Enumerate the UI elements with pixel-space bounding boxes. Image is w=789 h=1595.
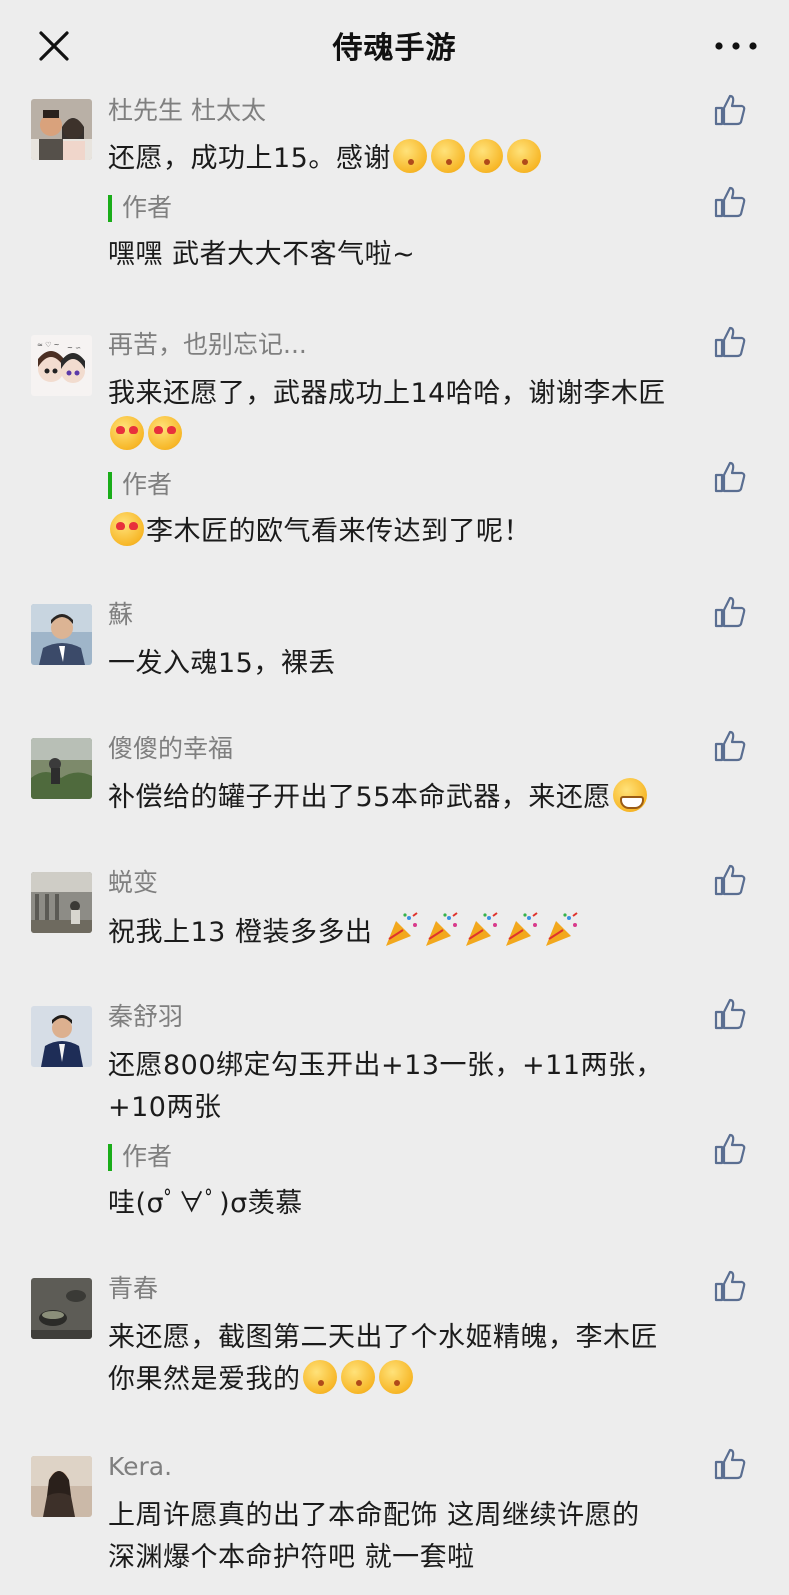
comment-text: 我来还愿了，武器成功上14哈哈，谢谢李木匠 (108, 373, 709, 457)
author-reply-text: 哇(σﾟ∀ﾟ)σ羡慕 (108, 1188, 303, 1219)
comment-item: ≈ ♡ ~ ~ ∽ 再苦，也别忘记... 我来还愿了，武器成功上14哈哈，谢谢李… (0, 325, 789, 595)
like-icon[interactable] (713, 1447, 747, 1481)
comment-text: 还愿，成功上15。感谢 (108, 138, 709, 180)
commenter-name: 蘇 (108, 600, 134, 629)
party-popper-icon (425, 912, 458, 946)
comment-item: 傻傻的幸福 补偿给的罐子开出了55本命武器，来还愿 (0, 729, 789, 863)
comment-text: 上周许愿真的出了本命配饰 这周继续许愿的 深渊爆个本命护符吧 就一套啦 (108, 1495, 709, 1579)
author-label-text: 作者 (122, 470, 173, 499)
author-reply-bar (108, 471, 112, 499)
author-reply-label: 作者 (108, 1137, 709, 1177)
comment-text: 一发入魂15，裸丢 (108, 648, 336, 679)
kiss-emoji-icon (392, 139, 427, 173)
party-popper-icon (545, 912, 578, 946)
avatar[interactable] (31, 604, 92, 665)
page-title: 侍魂手游 (332, 31, 457, 66)
svg-text:~ ∽: ~ ∽ (67, 344, 81, 352)
commenter-name: 再苦，也别忘记... (108, 330, 307, 359)
comment-text-content: 还愿，成功上15。感谢 (108, 143, 391, 174)
author-reply-label: 作者 (108, 188, 709, 228)
commenter-name: Kera. (108, 1452, 173, 1481)
like-icon[interactable] (713, 1269, 747, 1303)
like-icon[interactable] (713, 729, 747, 763)
heart-eyes-emoji-icon (110, 416, 144, 450)
avatar[interactable] (31, 1456, 92, 1517)
avatar[interactable]: ≈ ♡ ~ ~ ∽ (31, 335, 92, 396)
grinning-emoji-icon (612, 778, 647, 812)
top-navigation-bar: 侍魂手游 (0, 0, 789, 90)
more-options-icon[interactable] (713, 34, 759, 58)
author-reply-bar (108, 1143, 112, 1171)
like-icon[interactable] (713, 595, 747, 629)
like-icon[interactable] (713, 325, 747, 359)
kiss-emoji-icon (378, 1360, 413, 1394)
comment-text: 来还愿，截图第二天出了个水姬精魄，李木匠 你果然是爱我的 (108, 1317, 709, 1401)
comment-text-line: 来还愿，截图第二天出了个水姬精魄，李木匠 (108, 1322, 658, 1353)
like-icon[interactable] (713, 93, 747, 127)
author-label-text: 作者 (122, 1142, 173, 1171)
comment-item: 蜕变 祝我上13 橙装多多出 (0, 863, 789, 997)
commenter-name: 傻傻的幸福 (108, 734, 234, 763)
comment-text-content: 祝我上13 橙装多多出 (108, 917, 373, 948)
party-popper-icon (505, 912, 538, 946)
comment-text-content: 补偿给的罐子开出了55本命武器，来还愿 (108, 782, 611, 813)
heart-eyes-emoji-icon (148, 416, 182, 450)
like-icon[interactable] (713, 863, 747, 897)
commenter-name: 蜕变 (108, 868, 159, 897)
like-icon[interactable] (713, 460, 747, 494)
avatar[interactable] (31, 738, 92, 799)
svg-text:≈ ♡ ~: ≈ ♡ ~ (37, 341, 60, 349)
comment-text-line: 还愿800绑定勾玉开出+13一张，+11两张， (108, 1050, 663, 1081)
like-icon[interactable] (713, 1132, 747, 1166)
close-icon[interactable] (36, 28, 72, 64)
avatar[interactable] (31, 1278, 92, 1339)
like-icon[interactable] (713, 185, 747, 219)
avatar[interactable] (31, 99, 92, 160)
kiss-emoji-icon (506, 139, 541, 173)
commenter-name: 杜先生 杜太太 (108, 96, 266, 125)
author-reply-content: 李木匠的欧气看来传达到了呢！ (146, 516, 531, 547)
comment-list: 杜先生 杜太太 还愿，成功上15。感谢 作者 嘿嘿 武者大大不客气啦~ ≈ ♡ (0, 90, 789, 1587)
avatar[interactable] (31, 1006, 92, 1067)
author-reply-bar (108, 194, 112, 222)
author-reply-text: 李木匠的欧气看来传达到了呢！ (108, 511, 709, 553)
comment-text-line: 你果然是爱我的 (108, 1364, 301, 1395)
comment-text-line: 深渊爆个本命护符吧 就一套啦 (108, 1542, 475, 1573)
party-popper-icon (465, 912, 498, 946)
commenter-name: 秦舒羽 (108, 1002, 184, 1031)
kiss-emoji-icon (468, 139, 503, 173)
comment-text-line: 上周许愿真的出了本命配饰 这周继续许愿的 (108, 1500, 640, 1531)
author-reply-text: 嘿嘿 武者大大不客气啦~ (108, 239, 416, 270)
author-reply-label: 作者 (108, 465, 709, 505)
comment-item: 杜先生 杜太太 还愿，成功上15。感谢 作者 嘿嘿 武者大大不客气啦~ (0, 90, 789, 325)
comment-text: 祝我上13 橙装多多出 (108, 911, 709, 954)
author-label-text: 作者 (122, 193, 173, 222)
comment-text-content: 我来还愿了，武器成功上14哈哈，谢谢李木匠 (108, 378, 666, 409)
kiss-emoji-icon (340, 1360, 375, 1394)
like-icon[interactable] (713, 997, 747, 1031)
kiss-emoji-icon (302, 1360, 337, 1394)
commenter-name: 青春 (108, 1274, 159, 1303)
comment-item: Kera. 上周许愿真的出了本命配饰 这周继续许愿的 深渊爆个本命护符吧 就一套… (0, 1447, 789, 1587)
heart-eyes-emoji-icon (110, 512, 144, 546)
kiss-emoji-icon (430, 139, 465, 173)
comment-item: 秦舒羽 还愿800绑定勾玉开出+13一张，+11两张， +10两张 作者 哇(σ… (0, 997, 789, 1269)
comment-text: 还愿800绑定勾玉开出+13一张，+11两张， +10两张 (108, 1045, 709, 1129)
comment-text-line: +10两张 (108, 1092, 222, 1123)
avatar[interactable] (31, 872, 92, 933)
comment-item: 蘇 一发入魂15，裸丢 (0, 595, 789, 729)
comment-text: 补偿给的罐子开出了55本命武器，来还愿 (108, 777, 709, 819)
party-popper-icon (385, 912, 418, 946)
comment-item: 青春 来还愿，截图第二天出了个水姬精魄，李木匠 你果然是爱我的 (0, 1269, 789, 1447)
